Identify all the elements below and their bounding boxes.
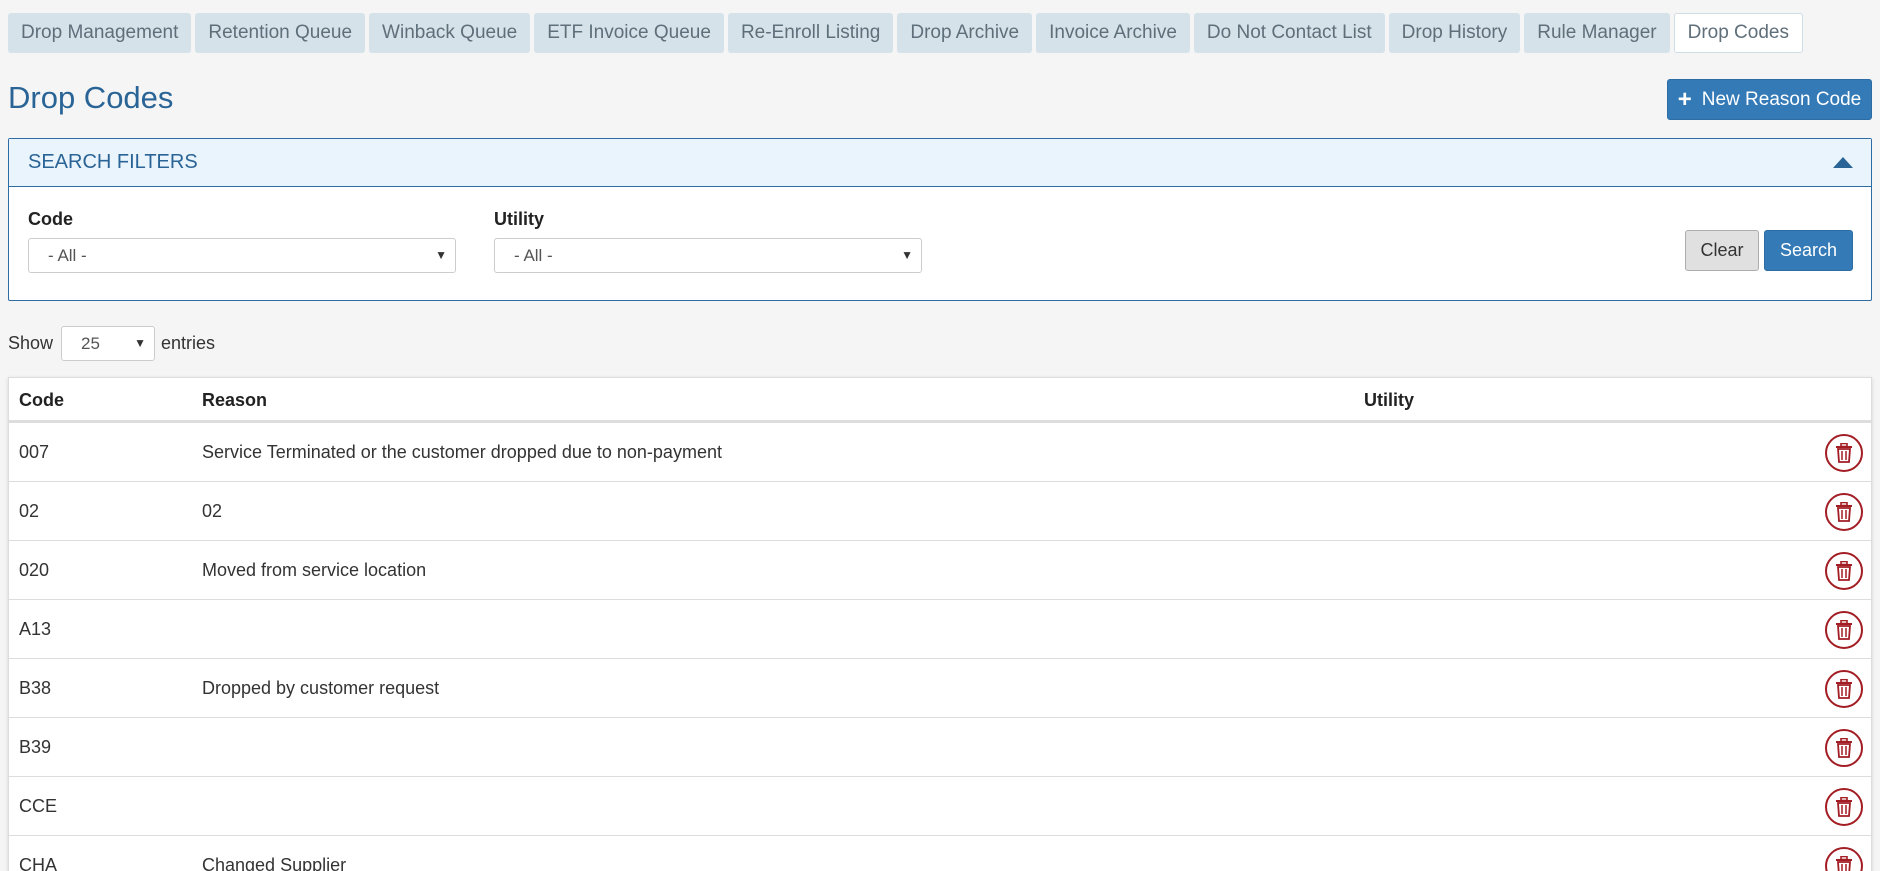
search-filters-header[interactable]: SEARCH FILTERS (9, 139, 1871, 187)
cell-code: CCE (19, 796, 58, 816)
code-filter-select[interactable]: - All - ▼ (28, 238, 456, 273)
drop-codes-table: Code Reason Utility 007 Service Terminate… (8, 377, 1872, 871)
trash-icon (1836, 856, 1852, 871)
cell-reason: 02 (202, 501, 223, 521)
tab-do-not-contact-list[interactable]: Do Not Contact List (1193, 13, 1385, 53)
column-header-reason[interactable]: Reason (202, 390, 267, 411)
tab-invoice-archive[interactable]: Invoice Archive (1036, 13, 1190, 53)
delete-button[interactable] (1825, 552, 1863, 590)
cell-code: 02 (19, 501, 40, 521)
trash-icon (1836, 620, 1852, 640)
delete-button[interactable] (1825, 493, 1863, 531)
utility-filter-value: - All - (514, 246, 553, 265)
code-filter-label: Code (28, 209, 73, 229)
trash-icon (1836, 502, 1852, 522)
tab-drop-management[interactable]: Drop Management (8, 13, 192, 53)
table-row[interactable]: B38 Dropped by customer request (9, 659, 1871, 718)
column-header-code[interactable]: Code (19, 390, 64, 411)
tab-retention-queue[interactable]: Retention Queue (195, 13, 366, 53)
page-length-control: Show 25 ▼ entries (8, 326, 215, 361)
search-filters-panel: SEARCH FILTERS Code - All - ▼ Utility - … (8, 138, 1872, 301)
trash-icon (1836, 738, 1852, 758)
search-button[interactable]: Search (1764, 230, 1853, 271)
page-length-select[interactable]: 25 ▼ (61, 326, 156, 361)
delete-button[interactable] (1825, 670, 1863, 708)
new-reason-code-label: New Reason Code (1701, 88, 1862, 110)
tab-re-enroll-listing[interactable]: Re-Enroll Listing (727, 13, 894, 53)
tab-rule-manager[interactable]: Rule Manager (1524, 13, 1670, 53)
select-arrow-icon: ▼ (901, 248, 913, 262)
clear-button[interactable]: Clear (1685, 230, 1759, 271)
table-row[interactable]: 020 Moved from service location (9, 541, 1871, 600)
cell-reason: Service Terminated or the customer dropp… (202, 442, 722, 462)
cell-code: 020 (19, 560, 50, 580)
tab-bar: Drop Management Retention Queue Winback … (8, 13, 1803, 53)
table-row[interactable]: B39 (9, 718, 1871, 777)
show-label: Show (8, 333, 54, 353)
tab-drop-archive[interactable]: Drop Archive (897, 13, 1033, 53)
code-filter-value: - All - (48, 246, 87, 265)
utility-filter-label: Utility (494, 209, 545, 229)
table-row[interactable]: A13 (9, 600, 1871, 659)
delete-button[interactable] (1825, 434, 1863, 472)
table-row[interactable]: CHA Changed Supplier (9, 836, 1871, 871)
trash-icon (1836, 797, 1852, 817)
table-body: 007 Service Terminated or the customer dr… (9, 423, 1871, 871)
tab-winback-queue[interactable]: Winback Queue (369, 13, 531, 53)
plus-icon: + (1677, 85, 1692, 113)
cell-code: B38 (19, 678, 52, 698)
caret-up-icon[interactable] (1833, 157, 1853, 168)
entries-label: entries (161, 333, 216, 353)
delete-button[interactable] (1825, 788, 1863, 826)
page-length-value: 25 (81, 334, 100, 353)
cell-code: B39 (19, 737, 52, 757)
cell-reason: Dropped by customer request (202, 678, 440, 698)
search-filters-title: SEARCH FILTERS (28, 151, 198, 173)
new-reason-code-button[interactable]: + New Reason Code (1667, 79, 1872, 120)
delete-button[interactable] (1825, 847, 1863, 871)
table-header: Code Reason Utility (9, 378, 1871, 423)
tab-drop-codes[interactable]: Drop Codes (1673, 13, 1803, 53)
trash-icon (1836, 443, 1852, 463)
cell-code: CHA (19, 855, 58, 871)
cell-code: 007 (19, 442, 50, 462)
tab-drop-history[interactable]: Drop History (1388, 13, 1521, 53)
cell-code: A13 (19, 619, 52, 639)
table-row[interactable]: 007 Service Terminated or the customer dr… (9, 423, 1871, 482)
cell-reason: Changed Supplier (202, 855, 347, 871)
cell-reason: Moved from service location (202, 560, 427, 580)
trash-icon (1836, 679, 1852, 699)
utility-filter-select[interactable]: - All - ▼ (494, 238, 922, 273)
table-row[interactable]: CCE (9, 777, 1871, 836)
select-arrow-icon: ▼ (435, 248, 447, 262)
select-arrow-icon: ▼ (134, 336, 147, 350)
page-title: Drop Codes (8, 80, 174, 115)
delete-button[interactable] (1825, 611, 1863, 649)
column-header-utility[interactable]: Utility (1364, 390, 1414, 411)
trash-icon (1836, 561, 1852, 581)
table-row[interactable]: 02 02 (9, 482, 1871, 541)
tab-etf-invoice-queue[interactable]: ETF Invoice Queue (534, 13, 724, 53)
delete-button[interactable] (1825, 729, 1863, 767)
